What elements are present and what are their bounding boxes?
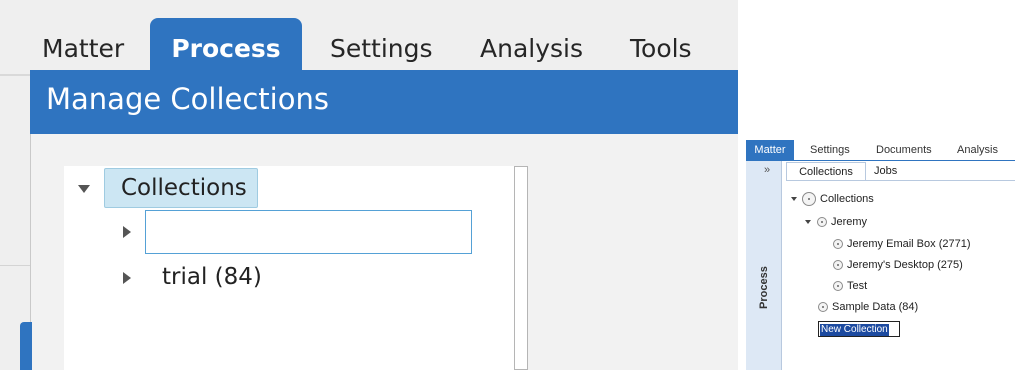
- tree-node-label: Jeremy's Desktop (275): [847, 259, 963, 271]
- collection-icon: [833, 260, 843, 271]
- side-label-process[interactable]: Process: [758, 266, 770, 309]
- new-collection-text: New Collection: [820, 324, 889, 336]
- divider: [0, 74, 30, 76]
- collection-icon: [833, 281, 843, 292]
- sub-tab-bar: Collections Jobs: [786, 162, 1015, 181]
- tab-settings[interactable]: Settings: [810, 140, 850, 160]
- tree-scrollbar[interactable]: [514, 166, 528, 370]
- tree-root-collections[interactable]: Collections: [802, 191, 874, 207]
- right-panel: Matter Settings Documents Analysis » Pro…: [746, 140, 1015, 370]
- collapse-arrow-icon[interactable]: [791, 197, 797, 201]
- collection-icon: [833, 239, 843, 250]
- tree-item[interactable]: Test: [833, 278, 867, 294]
- tab-matter[interactable]: Matter: [42, 34, 124, 63]
- divider: [0, 265, 30, 266]
- tree-item-trial[interactable]: trial (84): [162, 264, 262, 290]
- collection-icon: [817, 217, 827, 228]
- tab-analysis[interactable]: Analysis: [957, 140, 998, 160]
- tab-analysis[interactable]: Analysis: [480, 34, 583, 63]
- tree-root-collections[interactable]: Collections: [104, 168, 258, 208]
- left-panel: Matter Process Settings Analysis Tools M…: [0, 0, 738, 370]
- tree-item[interactable]: Jeremy Email Box (2771): [833, 236, 971, 252]
- tree-item-jeremy[interactable]: Jeremy: [817, 214, 867, 230]
- tree-item[interactable]: Jeremy's Desktop (275): [833, 257, 963, 273]
- expand-arrow-icon[interactable]: [123, 226, 131, 238]
- tree-node-label: Jeremy Email Box (2771): [847, 238, 971, 250]
- tab-matter[interactable]: Matter: [746, 140, 794, 160]
- expand-arrow-icon[interactable]: [123, 272, 131, 284]
- tree-item-sample-data[interactable]: Sample Data (84): [818, 299, 918, 315]
- new-collection-name-input[interactable]: [145, 210, 472, 254]
- tab-tools[interactable]: Tools: [630, 34, 692, 63]
- new-collection-input[interactable]: New Collection: [818, 321, 900, 337]
- tab-jobs[interactable]: Jobs: [874, 162, 897, 180]
- tree-node-label: Collections: [820, 193, 874, 205]
- collection-icon: [818, 302, 828, 313]
- tab-settings[interactable]: Settings: [330, 34, 433, 63]
- divider: [746, 160, 1015, 161]
- tree-node-label: Jeremy: [831, 216, 868, 228]
- tree-node-label: Sample Data (84): [832, 301, 919, 313]
- side-tab[interactable]: [20, 322, 32, 370]
- panel-title: Manage Collections: [46, 82, 329, 116]
- expand-panel-icon[interactable]: »: [764, 164, 770, 176]
- collapse-arrow-icon[interactable]: [805, 220, 811, 224]
- tab-collections[interactable]: Collections: [786, 162, 866, 180]
- collection-icon: [802, 192, 816, 207]
- collapse-arrow-icon[interactable]: [78, 185, 90, 193]
- tab-documents[interactable]: Documents: [876, 140, 932, 160]
- tree-node-label: Test: [847, 280, 868, 292]
